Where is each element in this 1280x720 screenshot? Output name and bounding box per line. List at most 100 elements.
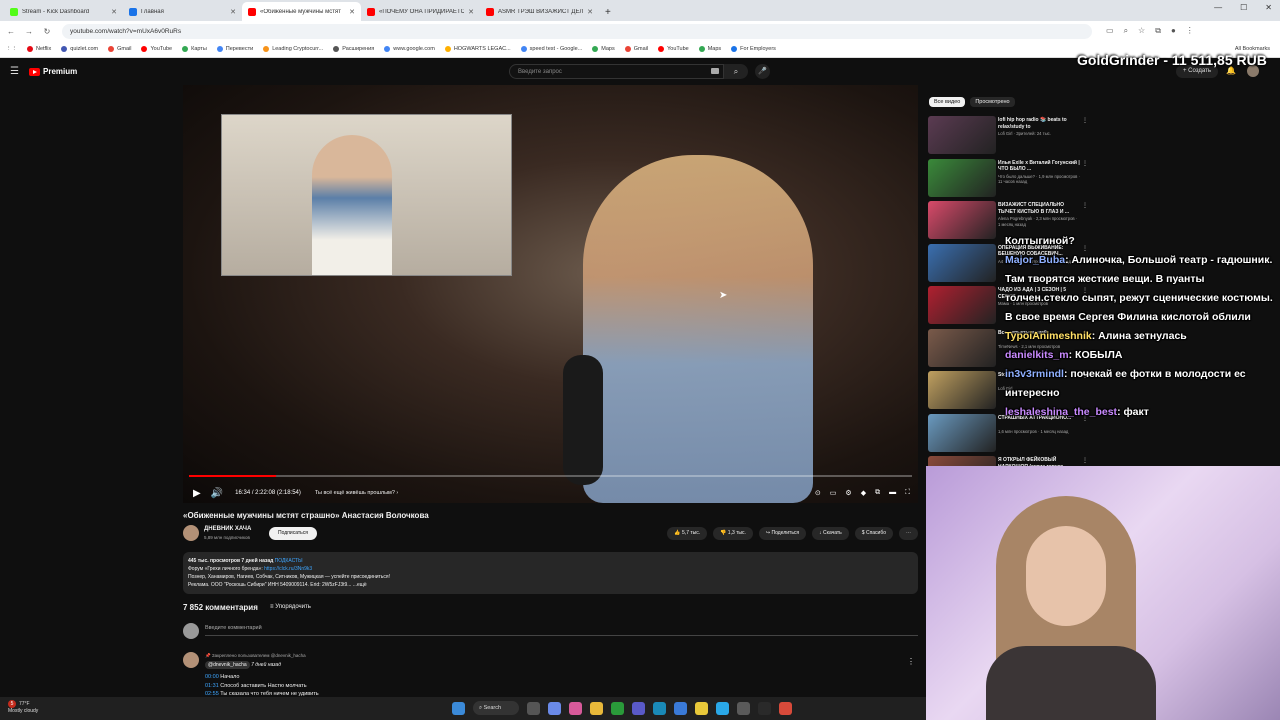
channel-avatar[interactable] xyxy=(183,525,199,541)
comment-input[interactable]: Введите комментарий xyxy=(205,625,918,636)
bookmark-item[interactable]: Maps xyxy=(592,46,615,52)
comment-author-avatar[interactable] xyxy=(183,652,199,668)
share-button[interactable]: ↪ Поделиться xyxy=(758,527,807,540)
tab-close-icon[interactable]: ✕ xyxy=(111,8,117,16)
recommendation-item[interactable]: Илья Exile х Виталий Гогунский | ЧТО БЫЛ… xyxy=(928,157,1090,200)
recommendation-thumbnail[interactable] xyxy=(928,413,996,452)
recommendation-title[interactable]: ВИЗАЖИСТ СПЕЦИАЛЬНО ТЫЧЕТ КИСТЬЮ В ГЛАЗ … xyxy=(998,202,1080,215)
bookmark-item[interactable]: YouTube xyxy=(658,46,689,52)
profile-icon[interactable]: ● xyxy=(1171,26,1176,36)
tab-close-icon[interactable]: ✕ xyxy=(230,8,236,16)
recommendation-thumbnail[interactable] xyxy=(928,158,996,197)
bookmark-item[interactable]: Gmail xyxy=(108,46,131,52)
bookmark-item[interactable]: Перевести xyxy=(216,46,253,52)
maximize-icon[interactable]: ☐ xyxy=(1240,3,1247,12)
recommendation-thumbnail[interactable] xyxy=(928,286,996,324)
task-view-icon[interactable] xyxy=(527,701,540,715)
new-tab-button[interactable]: + xyxy=(599,7,617,21)
extensions-icon[interactable]: ⧉ xyxy=(1155,26,1161,36)
recommendation-title[interactable]: Илья Exile х Виталий Гогунский | ЧТО БЫЛ… xyxy=(998,160,1080,173)
close-icon[interactable]: ✕ xyxy=(1265,3,1272,12)
hamburger-icon[interactable]: ☰ xyxy=(10,66,19,77)
subscribe-button[interactable]: Подписаться xyxy=(269,527,317,540)
more-actions-button[interactable]: ⋯ xyxy=(899,527,918,540)
recommendation-thumbnail[interactable] xyxy=(928,243,996,282)
chapter-title[interactable]: Ты всё ещё живёшь прошлым? › xyxy=(315,490,398,496)
thanks-button[interactable]: $ Спасибо xyxy=(854,527,893,540)
bookmark-item[interactable]: quizlet.com xyxy=(61,46,98,52)
reload-icon[interactable]: ↻ xyxy=(40,27,54,36)
download-button[interactable]: ↓ Скачать xyxy=(812,527,849,540)
recommendation-thumbnail[interactable] xyxy=(928,328,996,367)
description-box[interactable]: 445 тыс. просмотров 7 дней назад ПОДКАСТ… xyxy=(183,552,918,594)
recommendation-thumbnail[interactable] xyxy=(928,201,996,239)
more-vert-icon[interactable]: ⋮ xyxy=(1082,202,1088,209)
more-vert-icon[interactable]: ⋮ xyxy=(1082,457,1088,464)
mic-button[interactable]: 🎤 xyxy=(755,64,770,79)
file-explorer-icon[interactable] xyxy=(590,701,603,715)
channel-name[interactable]: ДНЕВНИК ХАЧА xyxy=(204,526,251,532)
bookmark-item[interactable]: For Employers xyxy=(731,46,776,52)
more-vert-icon[interactable]: ⋮ xyxy=(1082,160,1088,167)
subtitles-icon[interactable]: ▭ xyxy=(830,489,837,497)
like-button[interactable]: 👍 5,7 тыс. xyxy=(667,527,708,540)
miniplayer-icon[interactable]: ⧉ xyxy=(875,489,880,497)
video-player[interactable]: ➤ ▶ 🔊 16:34 / 2:22:08 (2:18:54) Ты всё е… xyxy=(183,85,918,503)
theater-icon[interactable]: ▬ xyxy=(889,489,896,497)
recommendation-thumbnail[interactable] xyxy=(928,371,996,409)
menu-icon[interactable]: ⋮ xyxy=(1186,26,1194,36)
bookmark-item[interactable]: Gmail xyxy=(624,46,648,52)
bookmark-item[interactable]: HOGWARTS LEGAC... xyxy=(444,46,511,52)
bookmark-item[interactable]: Maps xyxy=(698,46,721,52)
keyboard-icon[interactable] xyxy=(711,68,719,74)
tab-close-icon[interactable]: ✕ xyxy=(468,8,474,16)
comment-author-name[interactable]: @dnevnik_hacha xyxy=(205,661,250,669)
back-icon[interactable]: ← xyxy=(4,27,18,36)
browser-tab[interactable]: Главная ✕ xyxy=(123,2,242,21)
filter-chip[interactable]: Все видео xyxy=(929,97,966,107)
search-button[interactable]: ⌕ xyxy=(724,64,748,79)
forward-icon[interactable]: → xyxy=(22,27,36,36)
chrome-icon[interactable] xyxy=(695,701,708,715)
timestamp-link[interactable]: 00:00 xyxy=(205,674,219,680)
bookmark-item[interactable]: YouTube xyxy=(141,46,172,52)
copilot-icon[interactable] xyxy=(548,701,561,715)
telegram-icon[interactable] xyxy=(716,701,729,715)
browser-tab[interactable]: ASMR ТРЭШ ВИЗАЖИСТ ДЕЛ ✕ xyxy=(480,2,599,21)
recommendation-item[interactable]: lofi hip hop radio 📚 beats to relax/stud… xyxy=(928,114,1090,157)
play-icon[interactable]: ▶ xyxy=(193,488,201,499)
recommendation-thumbnail[interactable] xyxy=(928,116,996,154)
youtube-logo[interactable]: Premium xyxy=(29,67,77,76)
teams-icon[interactable] xyxy=(632,701,645,715)
premium-icon[interactable]: ◆ xyxy=(861,489,866,497)
browser-tab[interactable]: Stream - Kick Dashboard ✕ xyxy=(4,2,123,21)
mail-icon[interactable] xyxy=(674,701,687,715)
cast-icon[interactable]: ▭ xyxy=(1106,26,1114,36)
timestamp-link[interactable]: 01:31 xyxy=(205,683,219,689)
bookmark-item[interactable]: Расширения xyxy=(333,46,374,52)
weather-widget[interactable]: 5 77°F Mostly cloudy xyxy=(8,700,38,715)
minimize-icon[interactable]: — xyxy=(1214,3,1222,12)
edge-icon[interactable] xyxy=(653,701,666,715)
apps-icon[interactable]: ⋮⋮ xyxy=(6,46,17,52)
bookmark-item[interactable]: Карты xyxy=(182,46,207,52)
bookmark-item[interactable]: Leading Cryptocurr... xyxy=(263,46,323,52)
desc-tag[interactable]: ПОДКАСТЫ xyxy=(275,558,303,564)
bookmark-item[interactable]: Netflix xyxy=(27,46,51,52)
obs-icon[interactable] xyxy=(758,701,771,715)
browser-tab[interactable]: «Обиженные мужчины мстят ✕ xyxy=(242,2,361,21)
autoplay-toggle-icon[interactable]: ⊙ xyxy=(815,489,821,497)
progress-bar[interactable] xyxy=(189,475,912,477)
zoom-icon[interactable]: ⌕ xyxy=(1124,26,1128,36)
browser-tab[interactable]: «ПОЧЕМУ ОНА ПРИДИРАЕТС ✕ xyxy=(361,2,480,21)
star-icon[interactable]: ☆ xyxy=(1138,26,1145,36)
recommendation-title[interactable]: lofi hip hop radio 📚 beats to relax/stud… xyxy=(998,117,1080,130)
fullscreen-icon[interactable]: ⛶ xyxy=(905,489,910,497)
search-input[interactable]: Введите запрос xyxy=(509,64,724,79)
comment-more-icon[interactable]: ⋮ xyxy=(907,657,915,666)
photos-icon[interactable] xyxy=(569,701,582,715)
desc-link[interactable]: https://clck.ru/3Nn9k3 xyxy=(264,566,312,572)
tab-close-icon[interactable]: ✕ xyxy=(587,8,593,16)
url-field[interactable]: youtube.com/watch?v=mUxA6v0RuRs xyxy=(62,23,1092,39)
windows-start-icon[interactable] xyxy=(452,701,465,715)
